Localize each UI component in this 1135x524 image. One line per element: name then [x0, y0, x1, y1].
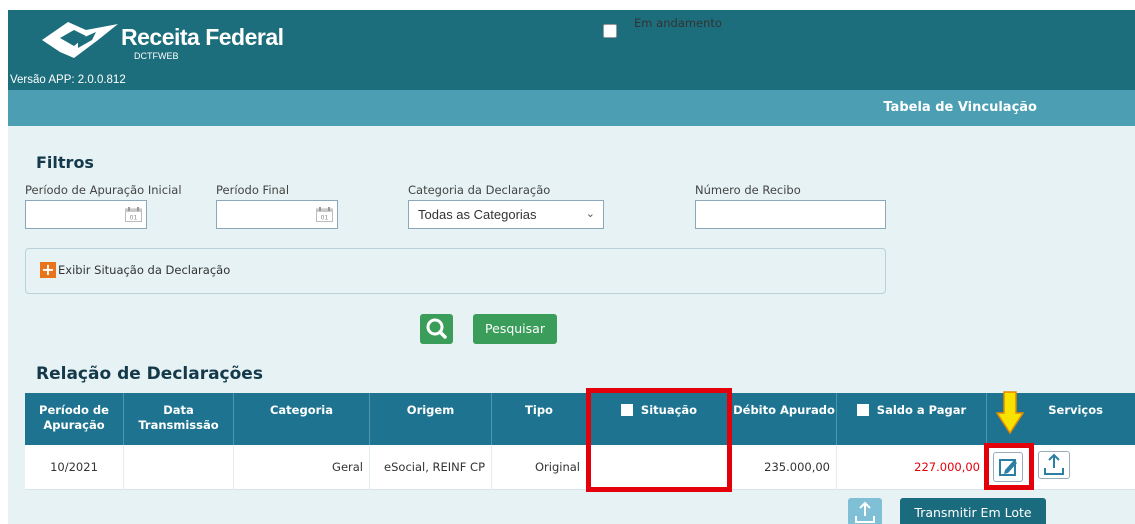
- cell-saldo: 227.000,00: [837, 445, 987, 490]
- col-periodo: Período de Apuração: [25, 393, 124, 445]
- cell-data-transmissao: [124, 445, 234, 490]
- upload-icon: [855, 501, 875, 523]
- periodo-final-label: Período Final: [216, 183, 290, 197]
- brand-name: Receita Federal: [121, 24, 284, 50]
- row-select-checkbox[interactable]: [603, 24, 617, 38]
- brand-subtitle: DCTFWEB: [134, 51, 179, 61]
- svg-text:01: 01: [130, 215, 138, 222]
- header: Receita Federal DCTFWEB Versão APP: 2.0.…: [8, 10, 1135, 90]
- calendar-icon[interactable]: 01: [316, 207, 333, 222]
- categoria-label: Categoria da Declaração: [408, 183, 551, 197]
- col-categoria: Categoria: [234, 393, 370, 445]
- table-row[interactable]: 10/2021 Geral eSocial, REINF CP Original…: [25, 445, 1135, 490]
- plus-icon[interactable]: +: [40, 262, 56, 278]
- upload-icon: [1044, 453, 1064, 475]
- categoria-select[interactable]: Todas as Categorias ⌄: [408, 200, 604, 229]
- search-icon: [426, 318, 447, 339]
- periodo-inicial-input[interactable]: 01: [25, 200, 147, 229]
- search-icon-button[interactable]: [420, 314, 453, 344]
- calendar-icon[interactable]: 01: [125, 207, 142, 222]
- app-window: Receita Federal DCTFWEB Versão APP: 2.0.…: [8, 10, 1135, 524]
- chevron-down-icon: ⌄: [585, 208, 595, 220]
- transmit-batch-button[interactable]: Transmitir Em Lote: [900, 498, 1046, 524]
- svg-text:01: 01: [321, 215, 329, 222]
- batch-upload-button[interactable]: [848, 498, 882, 524]
- recibo-input[interactable]: [695, 200, 886, 229]
- col-saldo-label: Saldo a Pagar: [876, 403, 967, 417]
- recibo-label: Número de Recibo: [695, 183, 801, 197]
- situacao-collapse-panel: + Exibir Situação da Declaração: [25, 248, 886, 294]
- col-tipo: Tipo: [492, 393, 587, 445]
- cell-categoria: Geral: [234, 445, 370, 490]
- col-data-transmissao: Data Transmissão: [124, 393, 234, 445]
- receita-logo-icon: [42, 22, 118, 58]
- page-title: Tabela de Vinculação: [883, 100, 1037, 115]
- search-button[interactable]: Pesquisar: [473, 314, 557, 344]
- select-all-saldo-checkbox[interactable]: [856, 404, 869, 416]
- filters-title: Filtros: [36, 153, 94, 172]
- col-origem: Origem: [370, 393, 492, 445]
- situacao-highlight-box: [586, 388, 732, 492]
- title-bar: Tabela de Vinculação: [8, 90, 1135, 126]
- arrow-down-icon: [996, 391, 1024, 435]
- exibir-situacao-link[interactable]: Exibir Situação da Declaração: [58, 263, 230, 277]
- periodo-inicial-label: Período de Apuração Inicial: [25, 183, 182, 197]
- situacao-value: Em andamento: [634, 16, 722, 30]
- cell-origem: eSocial, REINF CP: [370, 445, 492, 490]
- col-debito: Débito Apurado: [732, 393, 837, 445]
- cell-tipo: Original: [492, 445, 587, 490]
- edit-highlight-box: [984, 443, 1034, 490]
- cell-periodo: 10/2021: [25, 445, 124, 490]
- table-header: Período de Apuração Data Transmissão Cat…: [25, 393, 1135, 445]
- app-version: Versão APP: 2.0.0.812: [10, 74, 126, 86]
- categoria-value: Todas as Categorias: [418, 207, 537, 222]
- declarations-title: Relação de Declarações: [36, 364, 263, 384]
- periodo-final-input[interactable]: 01: [216, 200, 338, 229]
- transmit-declaration-button[interactable]: [1038, 451, 1070, 479]
- cell-debito: 235.000,00: [732, 445, 837, 490]
- col-saldo: Saldo a Pagar: [837, 393, 987, 445]
